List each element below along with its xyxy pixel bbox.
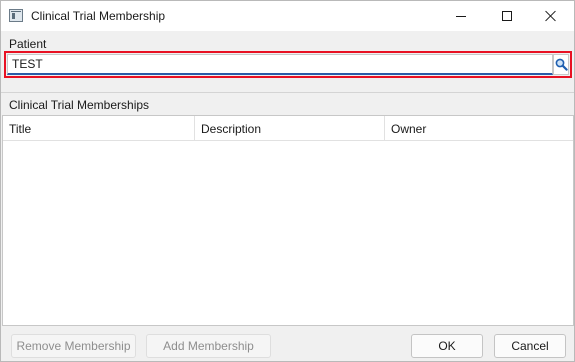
memberships-table[interactable]: Title Description Owner xyxy=(2,115,574,326)
dialog-window: Clinical Trial Membership Patient Clinic… xyxy=(0,0,575,362)
close-button[interactable] xyxy=(528,1,574,31)
column-header-title[interactable]: Title xyxy=(3,116,195,141)
close-icon xyxy=(545,10,557,22)
dialog-footer: Remove Membership Add Membership OK Canc… xyxy=(1,327,574,361)
patient-label: Patient xyxy=(9,37,47,51)
maximize-icon xyxy=(502,11,512,21)
app-window-icon xyxy=(9,9,23,22)
minimize-icon xyxy=(456,15,466,17)
minimize-button[interactable] xyxy=(438,1,484,31)
patient-group: Patient xyxy=(1,34,574,81)
add-membership-button[interactable]: Add Membership xyxy=(146,334,271,358)
memberships-section-title: Clinical Trial Memberships xyxy=(9,98,150,112)
memberships-section-header: Clinical Trial Memberships xyxy=(1,92,574,114)
remove-membership-button[interactable]: Remove Membership xyxy=(11,334,136,358)
ok-button[interactable]: OK xyxy=(411,334,483,358)
patient-search-button[interactable] xyxy=(553,54,569,75)
patient-input[interactable] xyxy=(7,54,553,75)
magnifier-icon xyxy=(555,58,568,71)
cancel-button[interactable]: Cancel xyxy=(494,334,566,358)
column-header-owner[interactable]: Owner xyxy=(385,116,573,141)
maximize-button[interactable] xyxy=(484,1,530,31)
table-header: Title Description Owner xyxy=(3,116,573,141)
window-title: Clinical Trial Membership xyxy=(31,9,166,23)
title-bar[interactable]: Clinical Trial Membership xyxy=(1,1,574,31)
column-header-description[interactable]: Description xyxy=(195,116,385,141)
